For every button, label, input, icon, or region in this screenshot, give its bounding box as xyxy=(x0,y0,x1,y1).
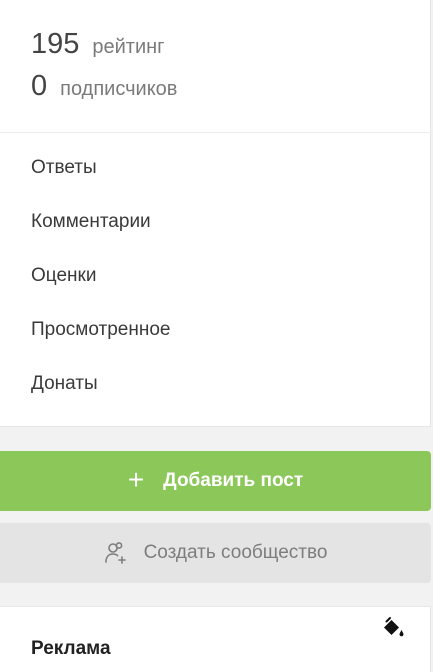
add-post-label: Добавить пост xyxy=(163,470,304,491)
divider xyxy=(0,132,431,133)
add-user-icon xyxy=(104,542,126,564)
subscribers-stat[interactable]: 0 подписчиков xyxy=(31,70,177,102)
profile-stats: 195 рейтинг 0 подписчиков xyxy=(31,28,177,102)
rating-value: 195 xyxy=(31,28,80,60)
rating-label: рейтинг xyxy=(92,36,165,58)
menu-item-comments[interactable]: Комментарии xyxy=(31,208,170,262)
create-community-button[interactable]: Создать сообщество xyxy=(0,523,431,583)
paint-bucket-icon[interactable] xyxy=(381,616,405,640)
ad-section: Реклама xyxy=(0,606,431,672)
subscribers-label: подписчиков xyxy=(60,78,178,100)
plus-icon: + xyxy=(127,464,145,495)
create-community-label: Создать сообщество xyxy=(143,542,328,563)
subscribers-value: 0 xyxy=(31,70,48,102)
menu-item-donations[interactable]: Донаты xyxy=(31,370,170,424)
menu-item-viewed[interactable]: Просмотренное xyxy=(31,316,170,370)
add-post-button[interactable]: + Добавить пост xyxy=(0,451,431,511)
profile-menu: Ответы Комментарии Оценки Просмотренное … xyxy=(31,154,170,424)
ad-title: Реклама xyxy=(31,638,111,659)
menu-item-answers[interactable]: Ответы xyxy=(31,154,170,208)
profile-card: 195 рейтинг 0 подписчиков Ответы Коммент… xyxy=(0,0,431,427)
menu-item-ratings[interactable]: Оценки xyxy=(31,262,170,316)
rating-stat: 195 рейтинг xyxy=(31,28,177,60)
